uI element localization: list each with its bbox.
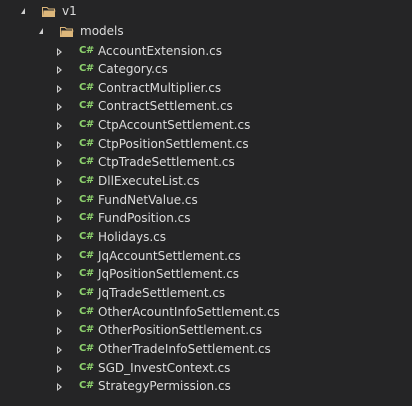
file-label: OtherPositionSettlement.cs — [98, 323, 262, 338]
csharp-file-icon: C# — [79, 212, 94, 224]
file-row[interactable]: C# OtherTradeInfoSettlement.cs — [0, 340, 412, 359]
collapsed-chevron-icon[interactable] — [57, 289, 62, 298]
file-row[interactable]: C# StrategyPermission.cs — [0, 377, 412, 396]
file-row[interactable]: C# ContractSettlement.cs — [0, 97, 412, 116]
file-row[interactable]: C# Holidays.cs — [0, 228, 412, 247]
file-label: JqTradeSettlement.cs — [98, 285, 226, 300]
file-row[interactable]: C# ContractMultiplier.cs — [0, 79, 412, 98]
csharp-file-icon: C# — [79, 249, 94, 261]
file-row[interactable]: C# JqAccountSettlement.cs — [0, 247, 412, 266]
csharp-file-icon: C# — [79, 286, 94, 298]
collapsed-chevron-icon[interactable] — [57, 252, 62, 261]
csharp-file-icon: C# — [79, 175, 94, 187]
file-row[interactable]: C# Category.cs — [0, 60, 412, 79]
csharp-file-icon: C# — [79, 100, 94, 112]
collapsed-chevron-icon[interactable] — [57, 159, 62, 168]
file-label: JqAccountSettlement.cs — [98, 248, 241, 263]
file-label: FundPosition.cs — [98, 211, 191, 226]
collapsed-chevron-icon[interactable] — [57, 196, 62, 205]
expanded-chevron-icon[interactable] — [39, 28, 43, 34]
csharp-file-icon: C# — [79, 361, 94, 373]
collapsed-chevron-icon[interactable] — [57, 345, 62, 354]
open-folder-icon — [42, 6, 56, 17]
csharp-file-icon: C# — [79, 231, 94, 242]
file-label: DllExecuteList.cs — [98, 174, 200, 189]
collapsed-chevron-icon[interactable] — [57, 327, 62, 336]
folder-row-models[interactable]: models — [0, 22, 412, 41]
collapsed-chevron-icon[interactable] — [57, 47, 62, 56]
collapsed-chevron-icon[interactable] — [57, 178, 62, 187]
collapsed-chevron-icon[interactable] — [57, 140, 62, 149]
file-label: Holidays.cs — [98, 230, 167, 244]
csharp-file-icon: C# — [79, 137, 94, 149]
collapsed-chevron-icon[interactable] — [57, 66, 62, 75]
collapsed-chevron-icon[interactable] — [57, 122, 62, 131]
file-label: ContractSettlement.cs — [98, 99, 233, 114]
file-label: ContractMultiplier.cs — [98, 80, 222, 95]
csharp-file-icon: C# — [79, 380, 94, 392]
csharp-file-icon: C# — [79, 305, 94, 317]
file-label: FundNetValue.cs — [98, 192, 198, 207]
file-label: AccountExtension.cs — [98, 43, 223, 58]
open-folder-icon — [60, 26, 74, 37]
file-row[interactable]: C# AccountExtension.cs — [0, 42, 412, 61]
solution-explorer-tree: v1 models C# AccountExtension.cs C# Categor… — [0, 0, 412, 406]
csharp-file-icon: C# — [79, 268, 94, 280]
folder-row-v1[interactable]: v1 — [0, 2, 412, 21]
csharp-file-icon: C# — [79, 44, 94, 56]
file-label: StrategyPermission.cs — [98, 379, 231, 394]
file-label: CtpTradeSettlement.cs — [98, 155, 235, 170]
file-label: CtpAccountSettlement.cs — [98, 118, 251, 133]
file-row[interactable]: C# FundNetValue.cs — [0, 191, 412, 210]
collapsed-chevron-icon[interactable] — [57, 215, 62, 224]
collapsed-chevron-icon[interactable] — [57, 103, 62, 112]
collapsed-chevron-icon[interactable] — [57, 84, 62, 93]
file-label: OtherAcountInfoSettlement.cs — [98, 304, 280, 319]
csharp-file-icon: C# — [79, 156, 94, 168]
collapsed-chevron-icon[interactable] — [57, 364, 62, 373]
file-row[interactable]: C# JqTradeSettlement.cs — [0, 284, 412, 303]
file-row[interactable]: C# CtpPositionSettlement.cs — [0, 135, 412, 154]
collapsed-chevron-icon[interactable] — [57, 271, 62, 280]
file-label: Category.cs — [98, 62, 168, 77]
csharp-file-icon: C# — [79, 342, 94, 354]
expanded-chevron-icon[interactable] — [21, 8, 25, 14]
folder-label-v1: v1 — [62, 4, 77, 18]
collapsed-chevron-icon[interactable] — [57, 234, 62, 242]
file-row[interactable]: C# JqPositionSettlement.cs — [0, 265, 412, 284]
file-label: JqPositionSettlement.cs — [98, 267, 240, 282]
file-label: CtpPositionSettlement.cs — [98, 136, 249, 151]
file-label: OtherTradeInfoSettlement.cs — [98, 341, 271, 356]
csharp-file-icon: C# — [79, 324, 94, 336]
file-label: SGD_InvestContext.cs — [98, 360, 231, 375]
collapsed-chevron-icon[interactable] — [57, 308, 62, 317]
csharp-file-icon: C# — [79, 63, 94, 75]
csharp-file-icon: C# — [79, 81, 94, 93]
csharp-file-icon: C# — [79, 119, 94, 131]
file-row[interactable]: C# CtpAccountSettlement.cs — [0, 116, 412, 135]
file-row[interactable]: C# CtpTradeSettlement.cs — [0, 153, 412, 172]
folder-label-models: models — [80, 24, 124, 38]
csharp-file-icon: C# — [79, 193, 94, 205]
file-row[interactable]: C# SGD_InvestContext.cs — [0, 359, 412, 378]
file-row[interactable]: C# DllExecuteList.cs — [0, 172, 412, 191]
file-row[interactable]: C# OtherPositionSettlement.cs — [0, 321, 412, 340]
file-row[interactable]: C# FundPosition.cs — [0, 209, 412, 228]
file-row[interactable]: C# OtherAcountInfoSettlement.cs — [0, 303, 412, 322]
collapsed-chevron-icon[interactable] — [57, 383, 62, 392]
